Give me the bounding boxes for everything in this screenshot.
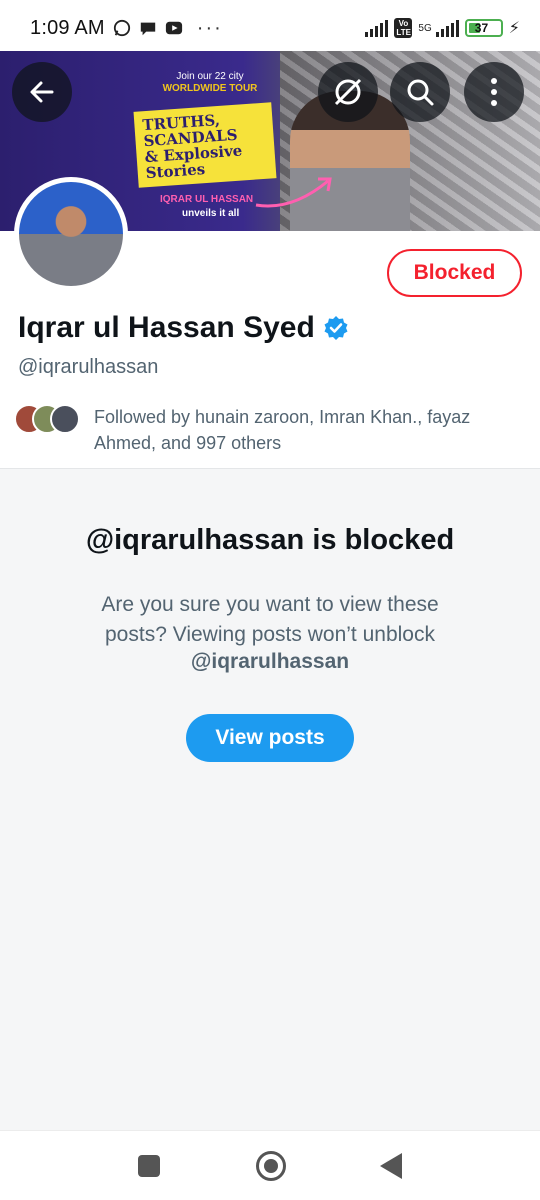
verified-badge-icon: [324, 316, 348, 340]
status-time: 1:09 AM: [30, 16, 105, 39]
home-icon: [264, 1159, 278, 1173]
blocked-description: Are you sure you want to view these post…: [101, 593, 439, 646]
grok-button[interactable]: [318, 62, 378, 122]
more-notifications-indicator: ···: [196, 16, 223, 39]
network-type: 5G: [418, 22, 432, 34]
system-back-button[interactable]: [380, 1153, 402, 1179]
home-button[interactable]: [256, 1151, 286, 1181]
avatar[interactable]: [14, 177, 128, 291]
app-root: 1:09 AM ··· Vo LTE 5G 37 ⚡ Join our 22 c…: [0, 0, 540, 1200]
profile-handle: @iqrarulhassan: [18, 356, 159, 378]
followers-you-know[interactable]: Followed by hunain zaroon, Imran Khan., …: [14, 404, 524, 456]
search-button[interactable]: [390, 62, 450, 122]
blocked-button[interactable]: Blocked: [387, 249, 522, 297]
slash-circle-icon: [334, 78, 362, 106]
banner-tagline: unveils it all: [182, 208, 240, 219]
display-name-text: Iqrar ul Hassan Syed: [18, 311, 315, 344]
back-button[interactable]: [12, 62, 72, 122]
blocked-description-handle: @iqrarulhassan: [190, 650, 350, 673]
whatsapp-icon: [113, 19, 130, 37]
more-vertical-icon: [491, 78, 497, 106]
battery-icon: 37: [464, 19, 503, 37]
notification-icons: [113, 19, 183, 37]
banner-arrow-icon: [255, 177, 332, 208]
more-options-button[interactable]: [464, 62, 524, 122]
arrow-left-icon: [30, 81, 54, 103]
banner-tour-sub: WORLDWIDE TOUR: [162, 83, 258, 94]
blocked-title: @iqrarulhassan is blocked: [85, 524, 455, 556]
banner-name-line: IQRAR UL HASSAN: [160, 194, 254, 205]
follower-avatar: [50, 404, 80, 434]
recent-apps-button[interactable]: [138, 1155, 160, 1177]
youtube-icon: [165, 21, 182, 35]
display-name: Iqrar ul Hassan Syed: [18, 311, 349, 345]
volte-badge: Vo LTE: [394, 18, 413, 38]
banner-tour-text: Join our 22 city WORLDWIDE TOUR: [155, 71, 265, 95]
chat-bubble-icon: [140, 22, 155, 36]
charging-icon: ⚡: [508, 20, 520, 37]
search-icon: [407, 79, 434, 106]
banner-tour-line: Join our 22 city: [176, 71, 244, 82]
signal-icon-2: [435, 19, 459, 37]
signal-icon: [365, 19, 389, 37]
view-posts-button[interactable]: View posts: [186, 714, 354, 762]
status-bar: 1:09 AM ··· Vo LTE 5G 37 ⚡: [0, 0, 540, 56]
system-nav-bar: [0, 1130, 540, 1200]
system-indicators: Vo LTE 5G 37 ⚡: [365, 18, 520, 38]
battery-level: 37: [474, 21, 489, 35]
followed-by-text: Followed by hunain zaroon, Imran Khan., …: [94, 407, 471, 453]
